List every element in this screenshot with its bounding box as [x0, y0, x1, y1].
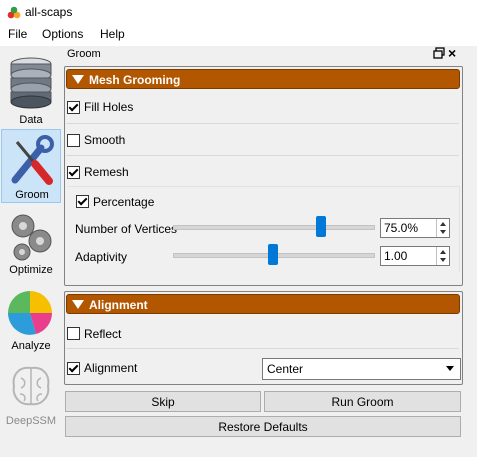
- chevron-down-icon: [446, 366, 454, 371]
- close-icon[interactable]: ×: [448, 45, 456, 61]
- collapse-triangle-icon: [72, 75, 84, 84]
- adaptivity-label: Adaptivity: [75, 250, 128, 264]
- percentage-checkbox[interactable]: [76, 195, 89, 208]
- window-title: all-scaps: [25, 5, 73, 19]
- tool-deepssm-label: DeepSSM: [5, 415, 57, 427]
- divider: [66, 155, 459, 156]
- gears-icon: [11, 214, 52, 261]
- adaptivity-value: 1.00: [384, 249, 408, 263]
- collapse-triangle-icon: [72, 300, 84, 309]
- alignment-header[interactable]: Alignment: [66, 294, 460, 314]
- tool-deepssm-button[interactable]: DeepSSM: [1, 356, 61, 430]
- tool-analyze-button[interactable]: Analyze: [1, 281, 61, 355]
- adaptivity-spinbox[interactable]: 1.00: [380, 246, 450, 266]
- divider: [66, 123, 459, 124]
- percentage-label: Percentage: [93, 195, 155, 209]
- alignment-method-value: Center: [267, 362, 304, 376]
- reflect-checkbox[interactable]: [67, 327, 80, 340]
- app-logo-icon: [7, 6, 21, 19]
- wrench-screwdriver-icon: [11, 135, 54, 185]
- database-icon: [10, 57, 52, 109]
- tool-analyze-label: Analyze: [11, 340, 51, 352]
- tool-data-label: Data: [19, 114, 43, 126]
- tool-groom-label: Groom: [15, 189, 49, 201]
- number-of-vertices-label: Number of Vertices: [75, 222, 178, 236]
- menu-help[interactable]: Help: [100, 27, 125, 41]
- remesh-label: Remesh: [84, 165, 129, 179]
- spin-down-icon[interactable]: [440, 258, 446, 262]
- spin-buttons: [436, 219, 449, 237]
- divider: [66, 348, 459, 349]
- skip-button-label: Skip: [151, 395, 175, 409]
- spin-buttons: [436, 247, 449, 265]
- run-groom-button-label: Run Groom: [331, 395, 394, 409]
- menu-file[interactable]: File: [8, 27, 27, 41]
- dock-title: Groom: [67, 48, 101, 60]
- number-of-vertices-slider-handle[interactable]: [316, 216, 326, 237]
- spin-down-icon[interactable]: [440, 230, 446, 234]
- fill-holes-label: Fill Holes: [84, 100, 134, 114]
- tool-sidebar: Data Groom Optimize Analyze DeepSSM: [0, 46, 62, 457]
- brain-icon: [12, 366, 50, 406]
- reflect-label: Reflect: [84, 327, 122, 341]
- spin-up-icon[interactable]: [440, 250, 446, 254]
- tool-groom-button[interactable]: Groom: [1, 129, 61, 203]
- restore-defaults-button-label: Restore Defaults: [218, 420, 308, 434]
- spin-up-icon[interactable]: [440, 222, 446, 226]
- number-of-vertices-spinbox[interactable]: 75.0%: [380, 218, 450, 238]
- tool-optimize-button[interactable]: Optimize: [1, 205, 61, 279]
- pie-chart-icon: [8, 291, 52, 335]
- restore-defaults-button[interactable]: Restore Defaults: [65, 416, 461, 437]
- alignment-title: Alignment: [89, 298, 148, 312]
- tool-optimize-label: Optimize: [9, 264, 53, 276]
- menu-bar: File Options Help: [0, 26, 477, 46]
- skip-button[interactable]: Skip: [65, 391, 261, 412]
- number-of-vertices-slider[interactable]: [173, 225, 375, 230]
- alignment-method-dropdown[interactable]: Center: [262, 358, 461, 380]
- tool-data-button[interactable]: Data: [1, 52, 61, 126]
- smooth-label: Smooth: [84, 133, 126, 147]
- groom-dock-header: Groom ×: [63, 45, 463, 64]
- remesh-checkbox[interactable]: [67, 166, 80, 179]
- mesh-grooming-title: Mesh Grooming: [89, 73, 181, 87]
- float-window-icon[interactable]: [433, 47, 445, 59]
- title-bar: all-scaps: [0, 0, 477, 26]
- alignment-checkbox[interactable]: [67, 362, 80, 375]
- fill-holes-checkbox[interactable]: [67, 101, 80, 114]
- alignment-label: Alignment: [84, 361, 138, 375]
- mesh-grooming-header[interactable]: Mesh Grooming: [66, 69, 460, 89]
- number-of-vertices-value: 75.0%: [384, 221, 419, 235]
- adaptivity-slider-handle[interactable]: [268, 244, 278, 265]
- menu-options[interactable]: Options: [42, 27, 83, 41]
- run-groom-button[interactable]: Run Groom: [264, 391, 461, 412]
- smooth-checkbox[interactable]: [67, 134, 80, 147]
